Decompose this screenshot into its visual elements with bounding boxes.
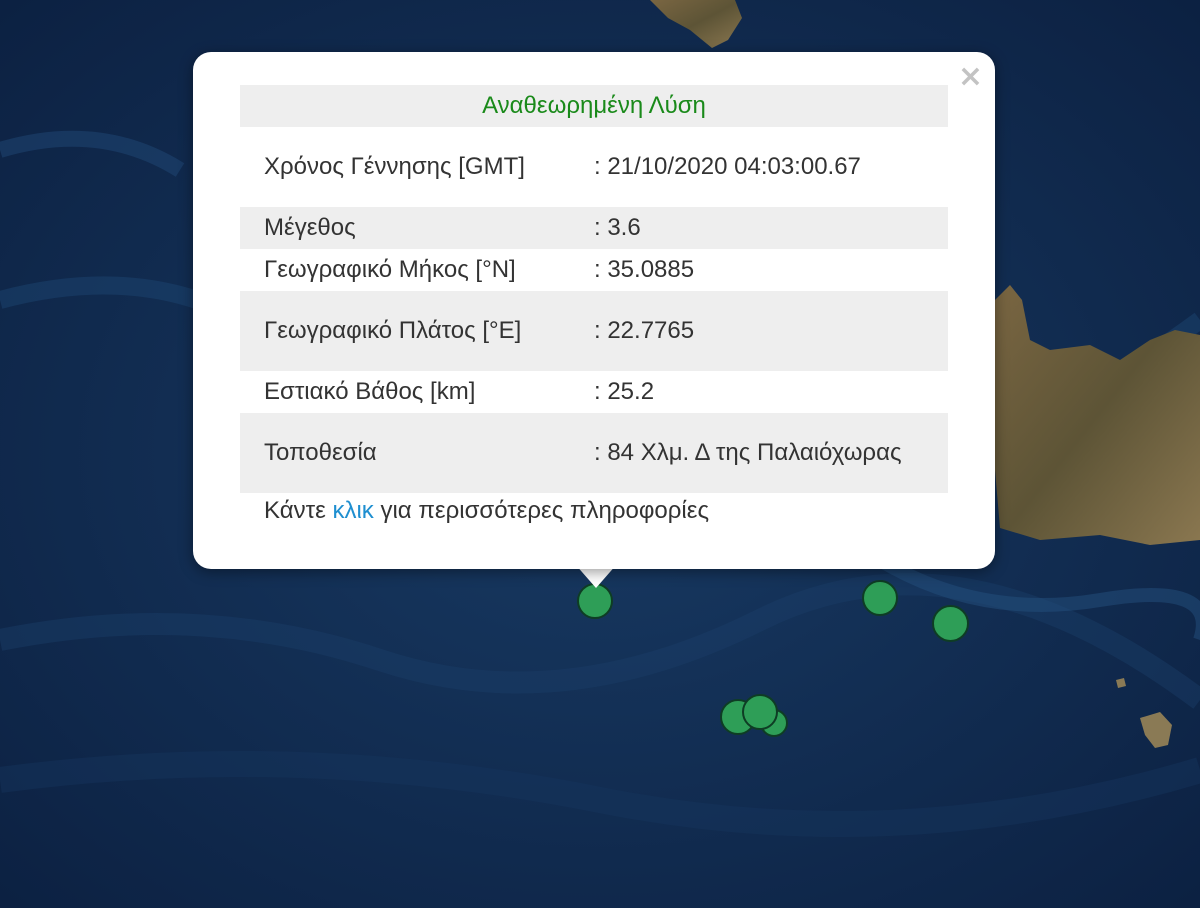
row-value: : 35.0885 xyxy=(594,256,695,283)
earthquake-marker[interactable] xyxy=(742,694,778,730)
row-value: : 21/10/2020 04:03:00.67 xyxy=(594,153,861,180)
earthquake-marker[interactable] xyxy=(862,580,898,616)
row-value: : 25.2 xyxy=(594,378,655,405)
table-row: Εστιακό Βάθος [km] : 25.2 xyxy=(240,371,948,413)
table-row: Χρόνος Γέννησης [GMT] : 21/10/2020 04:03… xyxy=(240,127,948,207)
popup-title: Αναθεωρημένη Λύση xyxy=(240,85,948,127)
more-info-link[interactable]: κλικ xyxy=(332,497,373,524)
row-label: Γεωγραφικό Μήκος [°N] xyxy=(264,256,516,283)
close-icon[interactable]: × xyxy=(958,62,983,92)
row-label: Γεωγραφικό Πλάτος [°E] xyxy=(264,317,522,344)
footer-prefix: Κάντε xyxy=(264,497,333,524)
table-row: Γεωγραφικό Πλάτος [°E] : 22.7765 xyxy=(240,291,948,371)
earthquake-marker[interactable] xyxy=(932,605,969,642)
earthquake-marker-selected[interactable] xyxy=(577,583,613,619)
table-row: Τοποθεσία : 84 Χλμ. Δ της Παλαιόχωρας xyxy=(240,413,948,493)
row-label: Εστιακό Βάθος [km] xyxy=(264,378,476,405)
title-row: Αναθεωρημένη Λύση xyxy=(240,85,948,127)
row-label: Χρόνος Γέννησης [GMT] xyxy=(264,153,525,180)
popup-footer: Κάντε κλικ για περισσότερες πληροφορίες xyxy=(264,497,709,525)
earthquake-info-table: Αναθεωρημένη Λύση Χρόνος Γέννησης [GMT] … xyxy=(240,85,948,493)
row-value: : 3.6 xyxy=(594,214,641,241)
row-value: : 22.7765 xyxy=(594,317,695,344)
earthquake-popup: × Αναθεωρημένη Λύση Χρόνος Γέννησης [GMT… xyxy=(193,52,995,569)
row-label: Τοποθεσία xyxy=(264,439,377,466)
table-row: Μέγεθος : 3.6 xyxy=(240,207,948,249)
row-label: Μέγεθος xyxy=(264,214,356,241)
table-row: Γεωγραφικό Μήκος [°N] : 35.0885 xyxy=(240,249,948,291)
footer-suffix: για περισσότερες πληροφορίες xyxy=(373,497,710,524)
row-value: : 84 Χλμ. Δ της Παλαιόχωρας xyxy=(594,439,902,466)
